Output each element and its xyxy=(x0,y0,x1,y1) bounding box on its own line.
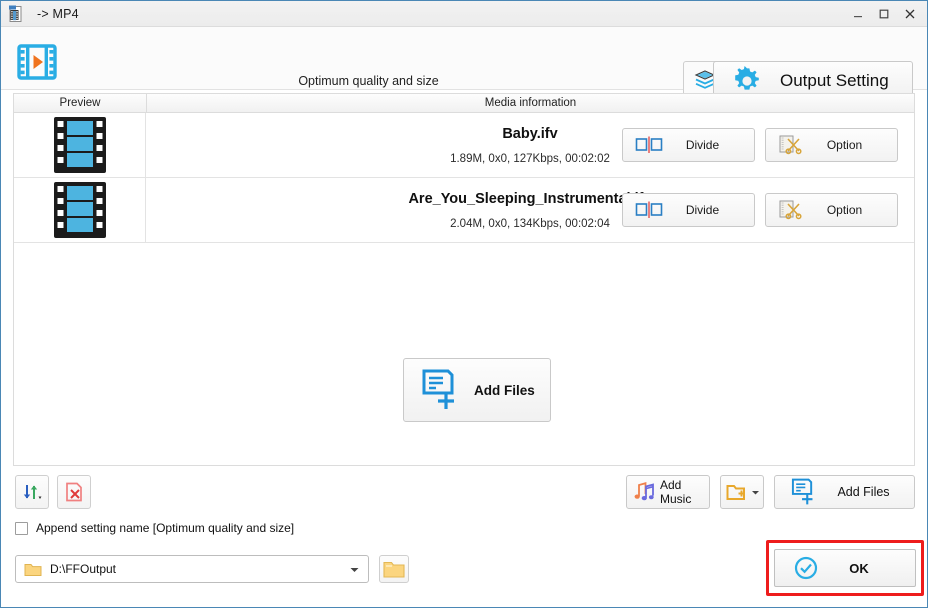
output-path-combobox[interactable]: D:\FFOutput xyxy=(15,555,369,583)
add-file-icon xyxy=(789,477,819,507)
music-notes-icon xyxy=(632,480,658,504)
preset-subtitle: Optimum quality and size xyxy=(298,74,439,88)
header-bar: Optimum quality and size Output Setting xyxy=(1,27,927,101)
sort-arrows-icon xyxy=(21,482,43,502)
check-circle-icon xyxy=(793,555,819,581)
browse-folder-button[interactable] xyxy=(379,555,409,583)
gear-icon xyxy=(732,66,762,96)
minimize-button[interactable] xyxy=(845,1,871,27)
scissors-icon xyxy=(778,199,804,221)
option-button[interactable]: Option xyxy=(765,128,898,162)
append-setting-label: Append setting name [Optimum quality and… xyxy=(36,521,295,535)
file-meta: 2.04M, 0x0, 134Kbps, 00:02:04 xyxy=(450,217,610,230)
media-information-cell: Are_You_Sleeping_Instrumental.ifv 2.04M,… xyxy=(146,178,914,242)
film-strip-icon xyxy=(53,117,106,173)
output-path-value: D:\FFOutput xyxy=(50,562,117,576)
preview-cell xyxy=(14,113,146,177)
file-name: Baby.ifv xyxy=(502,125,558,142)
film-strip-icon xyxy=(53,182,106,238)
video-file-icon xyxy=(7,5,25,23)
table-row[interactable]: Are_You_Sleeping_Instrumental.ifv 2.04M,… xyxy=(14,178,914,243)
divide-button[interactable]: Divide xyxy=(622,128,755,162)
media-information-cell: Baby.ifv 1.89M, 0x0, 127Kbps, 00:02:02 D… xyxy=(146,113,914,177)
divide-button[interactable]: Divide xyxy=(622,193,755,227)
file-name: Are_You_Sleeping_Instrumental.ifv xyxy=(408,190,652,207)
append-setting-row[interactable]: Append setting name [Optimum quality and… xyxy=(15,521,294,535)
column-header-preview: Preview xyxy=(14,94,147,112)
chevron-down-icon[interactable] xyxy=(349,564,360,575)
ok-label: OK xyxy=(849,560,869,576)
folder-icon xyxy=(383,560,405,579)
add-files-center-button[interactable]: Add Files xyxy=(403,358,551,422)
append-setting-checkbox[interactable] xyxy=(15,521,28,535)
scissors-icon xyxy=(778,134,804,156)
add-folder-button[interactable] xyxy=(720,475,764,509)
application-window: -> MP4 Optimum quality and size Output S… xyxy=(0,0,928,608)
window-controls xyxy=(845,1,923,27)
remove-file-icon xyxy=(63,481,85,503)
row-actions: Divide Option xyxy=(622,128,898,162)
divide-icon xyxy=(635,135,663,155)
folder-icon xyxy=(24,562,42,577)
file-meta: 1.89M, 0x0, 127Kbps, 00:02:02 xyxy=(450,152,610,165)
divide-icon xyxy=(635,200,663,220)
file-list[interactable]: Baby.ifv 1.89M, 0x0, 127Kbps, 00:02:02 D… xyxy=(13,113,915,466)
close-button[interactable] xyxy=(897,1,923,27)
add-files-center-label: Add Files xyxy=(474,382,535,398)
table-column-headers: Preview Media information xyxy=(13,93,915,113)
output-setting-label: Output Setting xyxy=(780,71,889,90)
add-music-button[interactable]: Add Music xyxy=(626,475,710,509)
column-header-media-information: Media information xyxy=(484,97,577,109)
window-title: -> MP4 xyxy=(37,6,79,21)
option-label: Option xyxy=(826,138,863,152)
preview-cell xyxy=(14,178,146,242)
option-button[interactable]: Option xyxy=(765,193,898,227)
add-folder-icon xyxy=(725,481,749,503)
table-row[interactable]: Baby.ifv 1.89M, 0x0, 127Kbps, 00:02:02 D… xyxy=(14,113,914,178)
row-actions: Divide Option xyxy=(622,193,898,227)
add-music-label: Add Music xyxy=(660,478,692,506)
title-bar: -> MP4 xyxy=(1,1,927,27)
sort-button[interactable] xyxy=(15,475,49,509)
ok-button[interactable]: OK xyxy=(774,549,916,587)
clear-button[interactable] xyxy=(57,475,91,509)
divide-label: Divide xyxy=(685,138,720,152)
add-file-icon xyxy=(418,367,464,413)
option-label: Option xyxy=(826,203,863,217)
chevron-down-icon xyxy=(751,488,760,497)
divide-label: Divide xyxy=(685,203,720,217)
add-files-label: Add Files xyxy=(837,485,890,499)
maximize-button[interactable] xyxy=(871,1,897,27)
add-files-button[interactable]: Add Files xyxy=(774,475,915,509)
